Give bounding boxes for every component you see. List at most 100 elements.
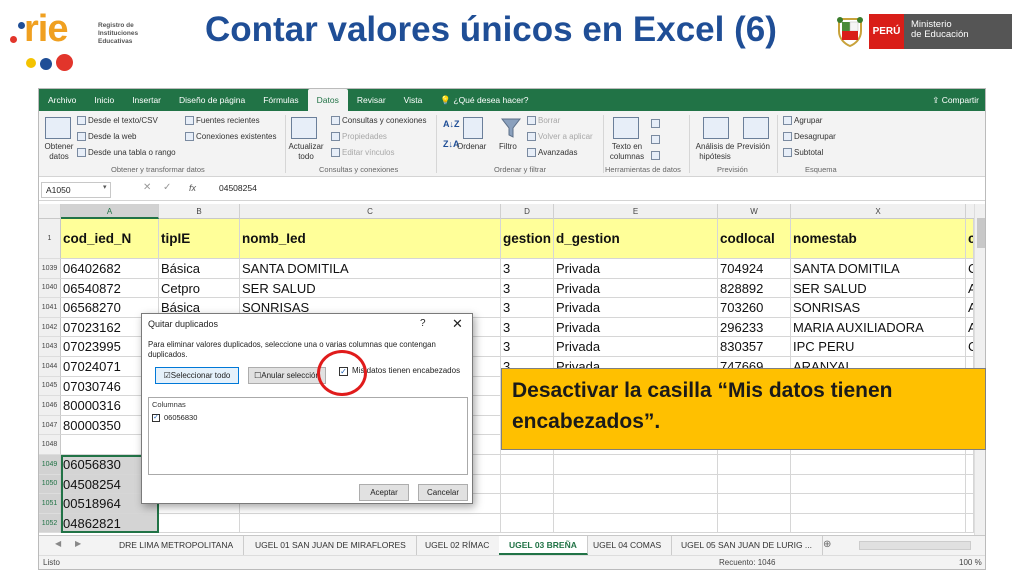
scroll-thumb[interactable] (977, 218, 985, 248)
table-cell[interactable]: A (966, 298, 974, 318)
unselect-all-button[interactable]: ☐ Anular selección (248, 367, 326, 384)
column-checkbox[interactable]: ✓ (152, 414, 160, 422)
what-if-button[interactable]: Análisis de hipótesis (693, 142, 737, 162)
table-cell[interactable] (791, 474, 966, 495)
row-header[interactable]: 1050 (39, 474, 61, 495)
advanced-button[interactable]: Avanzadas (527, 148, 577, 158)
sheet-tab[interactable]: UGEL 05 SAN JUAN DE LURIG ... (671, 536, 823, 555)
header-cell[interactable]: cod_ied_N (61, 219, 159, 259)
select-all-button[interactable]: ☑ Seleccionar todo (155, 367, 239, 384)
row-header[interactable]: 1049 (39, 455, 61, 475)
table-cell[interactable] (966, 474, 974, 495)
row-header[interactable]: 1 (39, 219, 61, 259)
zoom-level[interactable]: 100 % (959, 558, 982, 567)
table-cell[interactable] (554, 455, 718, 475)
column-header-a[interactable]: A (61, 204, 159, 219)
table-cell[interactable] (159, 513, 240, 534)
header-cell[interactable]: nomestab (791, 219, 966, 259)
table-cell[interactable]: SONRISAS (791, 298, 966, 318)
column-header-x[interactable]: X (791, 204, 966, 219)
table-cell[interactable] (501, 513, 554, 534)
table-cell[interactable]: 830357 (718, 337, 791, 357)
table-cell[interactable]: MARIA AUXILIADORA (791, 317, 966, 338)
enter-icon[interactable]: ✓ (163, 182, 171, 193)
headers-checkbox-label[interactable]: Mis datos tienen encabezados (352, 366, 460, 375)
table-cell[interactable] (501, 474, 554, 495)
sheet-tab[interactable]: UGEL 01 SAN JUAN DE MIRAFLORES (245, 536, 417, 555)
row-header[interactable]: 1051 (39, 494, 61, 514)
recent-sources-button[interactable]: Fuentes recientes (185, 116, 260, 126)
sort-button[interactable]: Ordenar (457, 142, 486, 151)
table-cell[interactable]: Cetpro (159, 278, 240, 299)
table-cell[interactable]: 3 (501, 278, 554, 299)
table-cell[interactable]: 3 (501, 259, 554, 279)
table-cell[interactable]: 3 (501, 317, 554, 338)
subtotal-button[interactable]: Subtotal (783, 148, 823, 158)
table-cell[interactable]: A (966, 317, 974, 338)
horizontal-scrollbar[interactable] (859, 541, 971, 550)
row-header[interactable]: 1042 (39, 317, 61, 338)
cancel-button[interactable]: Cancelar (418, 484, 468, 501)
table-cell[interactable] (791, 513, 966, 534)
column-header-w[interactable]: W (718, 204, 791, 219)
sort-az-icon[interactable]: A↓Z (443, 119, 460, 129)
clear-button[interactable]: Borrar (527, 116, 560, 126)
header-cell[interactable]: codlocal (718, 219, 791, 259)
table-cell[interactable] (501, 455, 554, 475)
row-header[interactable]: 1046 (39, 396, 61, 416)
table-cell[interactable] (554, 494, 718, 514)
table-cell[interactable] (966, 494, 974, 514)
column-header-e[interactable]: E (554, 204, 718, 219)
tab-datos[interactable]: Datos (307, 89, 348, 111)
table-cell[interactable]: 06402682 (61, 259, 159, 279)
table-cell[interactable]: Privada (554, 259, 718, 279)
remove-duplicates-icon[interactable] (651, 135, 662, 145)
tab-revisar[interactable]: Revisar (348, 89, 395, 111)
filter-button[interactable]: Filtro (499, 142, 517, 151)
text-to-columns-button[interactable]: Texto en columnas (607, 142, 647, 162)
close-icon[interactable]: ✕ (452, 316, 463, 332)
table-cell[interactable] (966, 455, 974, 475)
refresh-all-button[interactable]: Actualizar todo (287, 142, 325, 162)
table-cell[interactable]: IPC PERU (791, 337, 966, 357)
table-cell[interactable] (501, 494, 554, 514)
columns-list[interactable]: Columnas ✓ 06056830 (148, 397, 468, 475)
table-cell[interactable]: Privada (554, 298, 718, 318)
existing-connections-button[interactable]: Conexiones existentes (185, 132, 277, 142)
header-cell[interactable]: nomb_Ied (240, 219, 501, 259)
tab-archivo[interactable]: Archivo (39, 89, 85, 111)
table-cell[interactable] (554, 474, 718, 495)
table-cell[interactable]: 3 (501, 337, 554, 357)
table-cell[interactable]: SANTA DOMITILA (240, 259, 501, 279)
from-table-button[interactable]: Desde una tabla o rango (77, 148, 176, 158)
edit-links-button[interactable]: Editar vínculos (331, 148, 394, 158)
share-button[interactable]: ⇪ Compartir (932, 89, 979, 111)
get-data-button[interactable]: Obtener datos (41, 142, 77, 162)
row-header[interactable]: 1052 (39, 513, 61, 534)
add-sheet-icon[interactable]: ⊕ (823, 539, 831, 550)
table-cell[interactable] (240, 513, 501, 534)
table-cell[interactable]: 704924 (718, 259, 791, 279)
ungroup-button[interactable]: Desagrupar (783, 132, 836, 142)
properties-button[interactable]: Propiedades (331, 132, 387, 142)
group-button[interactable]: Agrupar (783, 116, 822, 126)
table-cell[interactable]: Privada (554, 337, 718, 357)
select-all-corner[interactable] (39, 204, 61, 219)
forecast-button[interactable]: Previsión (737, 142, 770, 151)
row-header[interactable]: 1048 (39, 435, 61, 455)
tab-inicio[interactable]: Inicio (85, 89, 123, 111)
from-text-button[interactable]: Desde el texto/CSV (77, 116, 158, 126)
table-cell[interactable] (791, 494, 966, 514)
row-header[interactable]: 1044 (39, 357, 61, 377)
fx-label[interactable]: fx (189, 183, 196, 193)
table-cell[interactable] (718, 455, 791, 475)
table-cell[interactable]: 3 (501, 298, 554, 318)
sheet-tab[interactable]: UGEL 02 RÍMAC (415, 536, 501, 555)
prev-sheet-icon[interactable]: ◀ (55, 539, 61, 548)
next-sheet-icon[interactable]: ▶ (75, 539, 81, 548)
table-cell[interactable] (791, 455, 966, 475)
header-cell[interactable]: d_gestion (554, 219, 718, 259)
queries-connections-button[interactable]: Consultas y conexiones (331, 116, 427, 126)
header-cell[interactable]: c (966, 219, 974, 259)
column-header-b[interactable]: B (159, 204, 240, 219)
